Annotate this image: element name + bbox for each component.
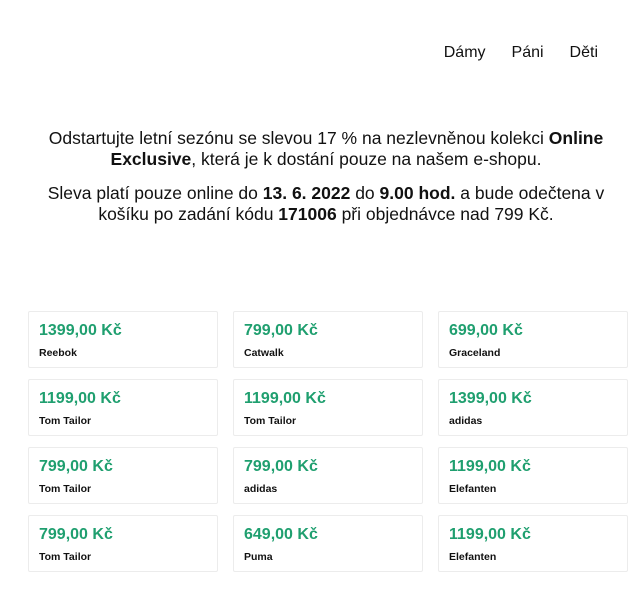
product-price: 799,00 Kč [244,322,318,339]
product-card[interactable]: 799,00 Kč adidas [233,447,423,504]
promo-code: 171006 [278,204,337,224]
product-card[interactable]: 1199,00 Kč Tom Tailor [233,379,423,436]
nav-item-damy[interactable]: Dámy [444,44,486,62]
product-price: 1199,00 Kč [449,526,531,543]
product-price: 1399,00 Kč [39,322,122,339]
promo-paragraph-2: Sleva platí pouze online do 13. 6. 2022 … [47,183,605,224]
product-brand: Reebok [39,347,77,359]
product-price: 1199,00 Kč [39,390,121,407]
product-brand: Elefanten [449,551,497,563]
product-brand: Puma [244,551,273,563]
product-brand: Tom Tailor [244,415,297,427]
product-price: 799,00 Kč [39,526,113,543]
product-card[interactable]: 799,00 Kč Tom Tailor [28,515,218,572]
product-card[interactable]: 1199,00 Kč Elefanten [438,515,628,572]
product-brand: Graceland [449,347,501,359]
product-brand: adidas [449,415,483,427]
product-card[interactable]: 699,00 Kč Graceland [438,311,628,368]
nav-item-pani[interactable]: Páni [512,44,544,62]
product-grid: 1399,00 Kč Reebok 799,00 Kč Catwalk 699,00… [28,311,628,572]
product-card[interactable]: 799,00 Kč Catwalk [233,311,423,368]
product-brand: Tom Tailor [39,415,92,427]
product-price: 649,00 Kč [244,526,318,543]
product-card[interactable]: 649,00 Kč Puma [233,515,423,572]
product-brand: adidas [244,483,278,495]
product-card[interactable]: 799,00 Kč Tom Tailor [28,447,218,504]
product-price: 799,00 Kč [244,458,318,475]
product-card[interactable]: 1399,00 Kč Reebok [28,311,218,368]
product-card[interactable]: 1199,00 Kč Tom Tailor [28,379,218,436]
product-brand: Tom Tailor [39,551,92,563]
nav-item-deti[interactable]: Děti [570,44,598,62]
promo-text: Odstartujte letní sezónu se slevou 17 % … [26,128,626,238]
product-price: 799,00 Kč [39,458,113,475]
product-price: 699,00 Kč [449,322,523,339]
product-brand: Elefanten [449,483,497,495]
product-card[interactable]: 1199,00 Kč Elefanten [438,447,628,504]
product-price: 1399,00 Kč [449,390,532,407]
promo-end-date: 13. 6. 2022 [262,183,351,203]
promo-end-time: 9.00 hod. [379,183,456,203]
product-brand: Tom Tailor [39,483,92,495]
main-nav: Dámy Páni Děti [444,44,598,62]
promo-paragraph-1: Odstartujte letní sezónu se slevou 17 % … [48,128,604,169]
product-price: 1199,00 Kč [449,458,531,475]
product-brand: Catwalk [244,347,284,359]
product-price: 1199,00 Kč [244,390,326,407]
product-card[interactable]: 1399,00 Kč adidas [438,379,628,436]
